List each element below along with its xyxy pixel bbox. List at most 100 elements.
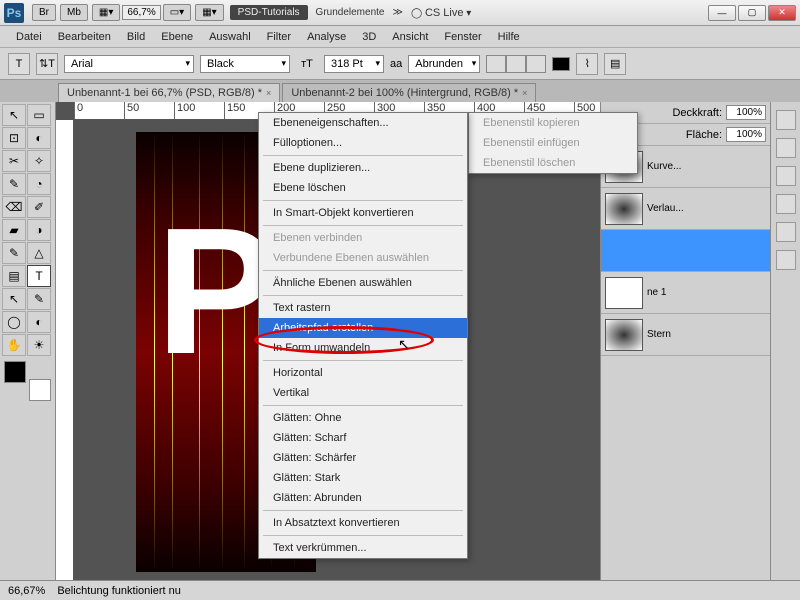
hand-tool[interactable]: ✋ <box>2 334 26 356</box>
eyedropper-tool[interactable]: ✧ <box>27 150 51 172</box>
menu-ebene[interactable]: Ebene <box>153 29 201 45</box>
menu-hilfe[interactable]: Hilfe <box>490 29 528 45</box>
menu-3d[interactable]: 3D <box>354 29 384 45</box>
move-tool[interactable]: ↖ <box>2 104 26 126</box>
layer-row-selected[interactable] <box>601 230 770 272</box>
ctx-create-workpath[interactable]: Arbeitspfad erstellen <box>259 318 467 338</box>
3d-tool[interactable]: ◯ <box>2 311 26 333</box>
view-extras-button[interactable]: ▭▾ <box>163 4 191 21</box>
align-left-button[interactable] <box>486 55 506 73</box>
history-brush-tool[interactable]: ✐ <box>27 196 51 218</box>
ctx-delete-layer[interactable]: Ebene löschen <box>259 178 467 198</box>
menu-analyse[interactable]: Analyse <box>299 29 354 45</box>
minibridge-button[interactable]: Mb <box>60 4 88 21</box>
fg-bg-swatches[interactable] <box>4 361 51 401</box>
adjustments-panel-icon[interactable] <box>776 194 796 214</box>
fg-color[interactable] <box>4 361 26 383</box>
tab-doc2[interactable]: Unbenannt-2 bei 100% (Hintergrund, RGB/8… <box>282 83 536 102</box>
layer-row[interactable]: Verlau... <box>601 188 770 230</box>
warp-text-button[interactable]: ⌇ <box>576 53 598 75</box>
brush-tool[interactable]: ◔ <box>27 173 51 195</box>
text-orientation-icon[interactable]: ⇅T <box>36 53 58 75</box>
pen-tool[interactable]: ▤ <box>2 265 26 287</box>
close-icon[interactable]: × <box>266 88 271 98</box>
antialias-select[interactable]: Abrunden <box>408 55 480 73</box>
stamp-tool[interactable]: ⌫ <box>2 196 26 218</box>
context-menu: Ebeneneigenschaften... Fülloptionen... E… <box>258 112 468 559</box>
marquee-tool[interactable]: ▭ <box>27 104 51 126</box>
lasso-tool[interactable]: ⊡ <box>2 127 26 149</box>
close-icon[interactable]: × <box>522 88 527 98</box>
arrange-button[interactable]: ▦▾ <box>195 4 223 21</box>
ctx-rasterize-text[interactable]: Text rastern <box>259 298 467 318</box>
layer-row[interactable]: ne 1 <box>601 272 770 314</box>
menu-auswahl[interactable]: Auswahl <box>201 29 259 45</box>
ctx-link-layers: Ebenen verbinden <box>259 228 467 248</box>
dodge-tool[interactable]: △ <box>27 242 51 264</box>
3d-camera-tool[interactable]: ◐ <box>27 311 51 333</box>
history-panel-icon[interactable] <box>776 250 796 270</box>
opacity-input[interactable]: 100% <box>726 105 766 120</box>
ctx-convert-shape[interactable]: In Form umwandeln <box>259 338 467 358</box>
maximize-button[interactable]: ▢ <box>738 5 766 21</box>
font-weight-select[interactable]: Black <box>200 55 290 73</box>
font-family-select[interactable]: Arial <box>64 55 194 73</box>
char-panel-button[interactable]: ▤ <box>604 53 626 75</box>
ctx-vertical[interactable]: Vertikal <box>259 383 467 403</box>
ctx-smart-object[interactable]: In Smart-Objekt konvertieren <box>259 203 467 223</box>
bridge-button[interactable]: Br <box>32 4 56 21</box>
ctx-horizontal[interactable]: Horizontal <box>259 363 467 383</box>
zoom-tool[interactable]: ☀ <box>27 334 51 356</box>
ctx-aa-sharp[interactable]: Glätten: Scharf <box>259 428 467 448</box>
menu-fenster[interactable]: Fenster <box>436 29 489 45</box>
minimize-button[interactable]: — <box>708 5 736 21</box>
swatches-panel-icon[interactable] <box>776 138 796 158</box>
statusbar: 66,67% Belichtung funktioniert nu <box>0 580 800 600</box>
bg-color[interactable] <box>29 379 51 401</box>
ctx-aa-smooth[interactable]: Glätten: Abrunden <box>259 488 467 508</box>
app-logo: Ps <box>4 3 24 23</box>
psd-tutorials-label[interactable]: PSD-Tutorials <box>230 5 308 20</box>
close-button[interactable]: ✕ <box>768 5 796 21</box>
layer-row[interactable]: Stern <box>601 314 770 356</box>
align-center-button[interactable] <box>506 55 526 73</box>
tab-doc1[interactable]: Unbenannt-1 bei 66,7% (PSD, RGB/8) *× <box>58 83 280 102</box>
zoom-dropdown[interactable]: 66,7% <box>122 5 160 20</box>
menu-ansicht[interactable]: Ansicht <box>384 29 436 45</box>
ctx-aa-strong[interactable]: Glätten: Stark <box>259 468 467 488</box>
ctx-select-similar[interactable]: Ähnliche Ebenen auswählen <box>259 273 467 293</box>
menu-filter[interactable]: Filter <box>259 29 299 45</box>
menu-bild[interactable]: Bild <box>119 29 153 45</box>
crop-tool[interactable]: ✂ <box>2 150 26 172</box>
styles-panel-icon[interactable] <box>776 166 796 186</box>
gradient-tool[interactable]: ◑ <box>27 219 51 241</box>
type-tool[interactable]: T <box>27 265 51 287</box>
color-panel-icon[interactable] <box>776 110 796 130</box>
menu-bearbeiten[interactable]: Bearbeiten <box>50 29 119 45</box>
ctx-para-text[interactable]: In Absatztext konvertieren <box>259 513 467 533</box>
ctx-duplicate-layer[interactable]: Ebene duplizieren... <box>259 158 467 178</box>
screen-mode-button[interactable]: ▦▾ <box>92 4 120 21</box>
cslive-button[interactable]: ◯ CS Live ▾ <box>411 7 471 19</box>
text-color-swatch[interactable] <box>552 57 570 71</box>
menu-datei[interactable]: Datei <box>8 29 50 45</box>
ctx-aa-crisp[interactable]: Glätten: Schärfer <box>259 448 467 468</box>
masks-panel-icon[interactable] <box>776 222 796 242</box>
healing-tool[interactable]: ✎ <box>2 173 26 195</box>
blur-tool[interactable]: ✎ <box>2 242 26 264</box>
workspace-label[interactable]: Grundelemente <box>316 7 385 18</box>
path-select-tool[interactable]: ↖ <box>2 288 26 310</box>
status-zoom[interactable]: 66,67% <box>8 585 45 597</box>
ctx-layer-props[interactable]: Ebeneneigenschaften... <box>259 113 467 133</box>
quick-select-tool[interactable]: ◐ <box>27 127 51 149</box>
ctx-warp-text[interactable]: Text verkrümmen... <box>259 538 467 558</box>
ctx-blend-options[interactable]: Fülloptionen... <box>259 133 467 153</box>
more-icon[interactable]: ≫ <box>392 7 402 18</box>
ctx-aa-none[interactable]: Glätten: Ohne <box>259 408 467 428</box>
fill-input[interactable]: 100% <box>726 127 766 142</box>
layer-thumb <box>605 319 643 351</box>
align-right-button[interactable] <box>526 55 546 73</box>
eraser-tool[interactable]: ▰ <box>2 219 26 241</box>
font-size-select[interactable]: 318 Pt <box>324 55 384 73</box>
shape-tool[interactable]: ✎ <box>27 288 51 310</box>
